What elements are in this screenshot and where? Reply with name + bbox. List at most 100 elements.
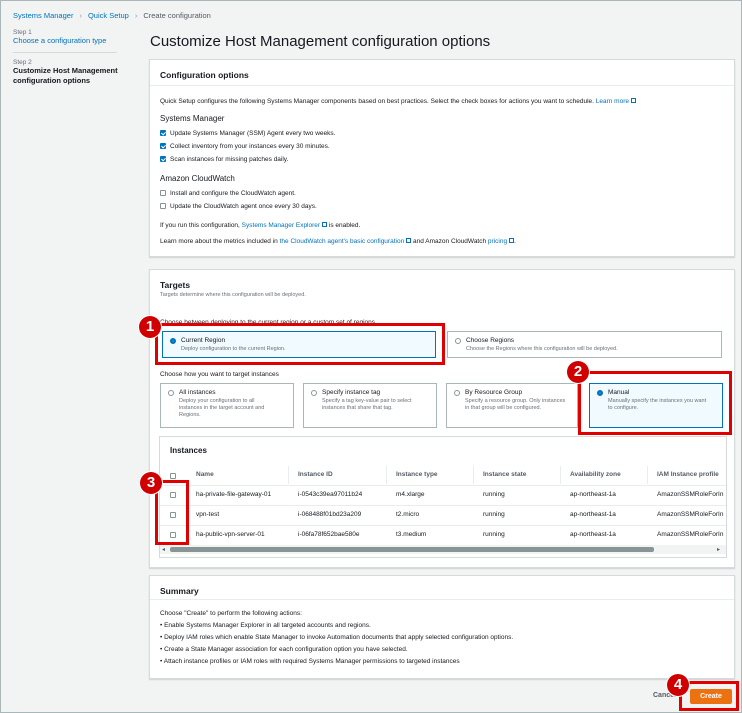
step-2-title-line1: Customize Host Management (13, 66, 118, 75)
col-instance-state[interactable]: Instance state (483, 471, 526, 478)
target-instance-tag[interactable]: Specify instance tag Specify a tag key-v… (303, 383, 437, 428)
summary-header: Summary (150, 576, 734, 600)
cell-instance-type: t3.medium (396, 531, 427, 538)
cell-instance-type: m4.xlarge (396, 491, 425, 498)
cell-iam-profile: AmazonSSMRoleForIn (657, 531, 724, 538)
summary-item: • Enable Systems Manager Explorer in all… (160, 622, 371, 629)
scroll-right-icon[interactable]: ▸ (717, 546, 720, 553)
checkbox-checked[interactable] (160, 143, 166, 149)
scrollbar-thumb[interactable] (170, 547, 654, 552)
pricing-link[interactable]: pricing (488, 238, 507, 245)
cell-name: vpn-test (196, 511, 220, 518)
step-2-label: Step 2 (13, 59, 32, 66)
chevron-right-icon: › (79, 11, 82, 20)
ssm-option-2[interactable]: Collect inventory from your instances ev… (160, 143, 330, 150)
checkbox-checked[interactable] (160, 156, 166, 162)
external-link-icon (406, 238, 412, 243)
cloudwatch-basic-config-link[interactable]: the CloudWatch agent's basic configurati… (280, 238, 405, 245)
summary-item: • Deploy IAM roles which enable State Ma… (160, 634, 514, 641)
col-divider (647, 466, 648, 484)
summary-item: • Attach instance profiles or IAM roles … (160, 658, 460, 665)
metrics-note: Learn more about the metrics included in… (160, 238, 516, 245)
cell-instance-state: running (483, 531, 505, 538)
step-1-label: Step 1 (13, 29, 32, 36)
external-link-icon (631, 98, 636, 103)
step-marker-1: 1 (139, 316, 161, 338)
cell-instance-state: running (483, 511, 505, 518)
config-intro: Quick Setup configures the following Sys… (160, 98, 730, 105)
external-link-icon (322, 222, 328, 227)
ssm-option-1[interactable]: Update Systems Manager (SSM) Agent every… (160, 130, 335, 137)
step-1-link[interactable]: Choose a configuration type (13, 36, 129, 45)
cw-option-2[interactable]: Update the CloudWatch agent once every 3… (160, 203, 317, 210)
cw-option-1[interactable]: Install and configure the CloudWatch age… (160, 190, 296, 197)
step-marker-3: 3 (140, 472, 162, 494)
row-divider (160, 485, 726, 486)
highlight-box-3 (155, 480, 189, 545)
col-divider (386, 466, 387, 484)
col-divider (473, 466, 474, 484)
step-divider (13, 52, 117, 53)
breadcrumb: Systems Manager › Quick Setup › Create confi… (13, 11, 211, 20)
configuration-options-panel: Configuration options Quick Setup config… (149, 59, 735, 257)
cell-name: ha-private-file-gateway-01 (196, 491, 272, 498)
ssm-option-3[interactable]: Scan instances for missing patches daily… (160, 156, 288, 163)
checkbox-checked[interactable] (160, 130, 166, 136)
checkbox-unchecked[interactable] (160, 203, 166, 209)
summary-intro: Choose "Create" to perform the following… (160, 610, 302, 617)
breadcrumb-current: Create configuration (143, 11, 211, 20)
breadcrumb-systems-manager[interactable]: Systems Manager (13, 11, 73, 20)
instances-table: Instances Name Instance ID Instance type… (159, 436, 727, 558)
cell-availability-zone: ap-northeast-1a (570, 511, 616, 518)
step-marker-4: 4 (667, 674, 689, 696)
radio-unselected[interactable] (168, 390, 174, 396)
configuration-options-header: Configuration options (150, 60, 734, 86)
target-resource-group[interactable]: By Resource Group Specify a resource gro… (446, 383, 578, 428)
console-frame: Systems Manager › Quick Setup › Create confi… (0, 0, 742, 713)
step-marker-2: 2 (567, 361, 589, 383)
cell-iam-profile: AmazonSSMRoleForIn (657, 511, 724, 518)
target-all-instances[interactable]: All instances Deploy your configuration … (160, 383, 294, 428)
instances-header: Instances (170, 446, 207, 455)
cell-instance-state: running (483, 491, 505, 498)
explorer-note: If you run this configuration, Systems M… (160, 222, 361, 229)
checkbox-unchecked[interactable] (160, 190, 166, 196)
col-availability-zone[interactable]: Availability zone (570, 471, 621, 478)
region-option-choose[interactable]: Choose Regions Choose the Regions where … (447, 331, 722, 358)
row-divider (160, 525, 726, 526)
summary-panel: Summary Choose "Create" to perform the f… (149, 575, 735, 679)
col-divider (288, 466, 289, 484)
summary-item: • Create a State Manager association for… (160, 646, 408, 653)
cell-instance-id: i-068488f01bd23a209 (298, 511, 362, 518)
systems-manager-heading: Systems Manager (160, 114, 225, 123)
col-iam-profile[interactable]: IAM Instance profile (657, 471, 719, 478)
instance-prompt: Choose how you want to target instances (160, 371, 279, 378)
cell-instance-type: t2.micro (396, 511, 420, 518)
chevron-right-icon: › (134, 11, 138, 20)
cell-instance-id: i-0543c39ea97011b24 (298, 491, 363, 498)
highlight-box-1 (155, 323, 445, 365)
cloudwatch-heading: Amazon CloudWatch (160, 174, 235, 183)
cell-instance-id: i-06fa78f652bae580e (298, 531, 360, 538)
select-all-checkbox[interactable] (170, 473, 176, 479)
highlight-box-2 (578, 371, 732, 435)
scroll-left-icon[interactable]: ◂ (162, 546, 165, 553)
horizontal-scrollbar[interactable]: ◂ ▸ (160, 545, 726, 554)
page-title: Customize Host Management configuration … (150, 33, 491, 50)
breadcrumb-quick-setup[interactable]: Quick Setup (88, 11, 129, 20)
learn-more-link[interactable]: Learn more (596, 98, 629, 105)
explorer-link[interactable]: Systems Manager Explorer (242, 222, 320, 229)
cell-iam-profile: AmazonSSMRoleForIn (657, 491, 724, 498)
row-divider (160, 505, 726, 506)
radio-unselected[interactable] (455, 338, 461, 344)
col-instance-id[interactable]: Instance ID (298, 471, 333, 478)
col-name[interactable]: Name (196, 471, 214, 478)
radio-unselected[interactable] (454, 390, 460, 396)
radio-unselected[interactable] (311, 390, 317, 396)
step-2-title-line2: configuration options (13, 76, 91, 85)
cell-availability-zone: ap-northeast-1a (570, 491, 616, 498)
targets-description: Targets determine where this configurati… (160, 292, 306, 298)
col-instance-type[interactable]: Instance type (396, 471, 438, 478)
cell-name: ha-public-vpn-server-01 (196, 531, 265, 538)
cell-availability-zone: ap-northeast-1a (570, 531, 616, 538)
